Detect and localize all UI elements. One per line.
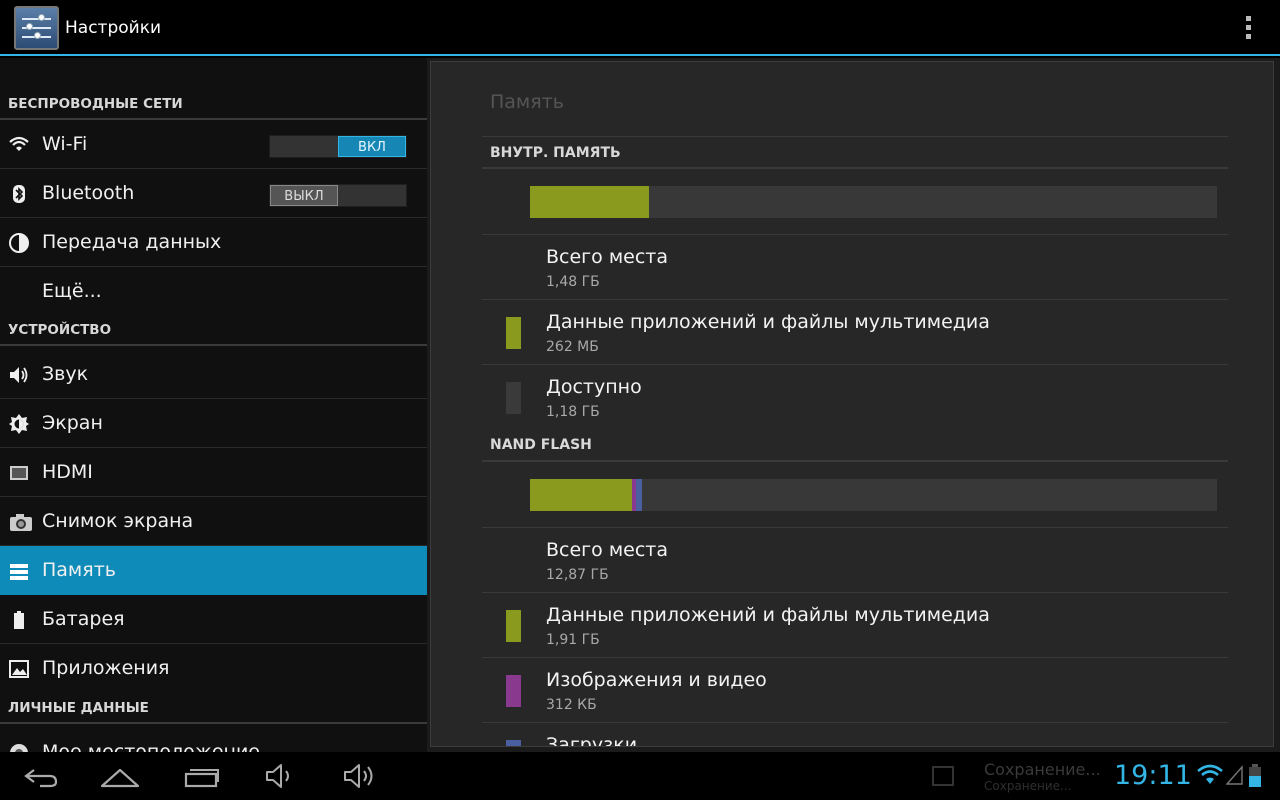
volume-down-icon[interactable] bbox=[262, 760, 302, 792]
sidebar-item-battery[interactable]: Батарея bbox=[0, 595, 427, 644]
color-swatch bbox=[506, 317, 521, 349]
internal-usage-bar bbox=[530, 186, 1217, 218]
section-header-personal: ЛИЧНЫЕ ДАННЫЕ bbox=[0, 698, 427, 724]
settings-list: БЕСПРОВОДНЫЕ СЕТИ Wi-Fi ВКЛ Bluetooth ВЫ… bbox=[0, 58, 427, 752]
sidebar-item-wifi[interactable]: Wi-Fi ВКЛ bbox=[0, 120, 427, 169]
usage-segment-apps bbox=[530, 186, 649, 218]
sidebar-item-label: Ещё... bbox=[42, 280, 102, 302]
color-swatch bbox=[506, 675, 521, 707]
back-icon[interactable] bbox=[20, 760, 60, 792]
sidebar-item-label: Батарея bbox=[42, 608, 125, 630]
storage-icon bbox=[10, 564, 28, 580]
section-header-device: УСТРОЙСТВО bbox=[0, 320, 427, 346]
row-title: Данные приложений и файлы мультимедиа bbox=[546, 604, 990, 626]
row-title: Загрузки bbox=[546, 734, 638, 747]
section-header-wireless: БЕСПРОВОДНЫЕ СЕТИ bbox=[0, 94, 427, 120]
sidebar-item-label: Приложения bbox=[42, 657, 170, 679]
apps-icon bbox=[9, 660, 29, 678]
speaker-icon bbox=[10, 367, 28, 383]
sidebar-item-data-usage[interactable]: Передача данных bbox=[0, 218, 427, 267]
sidebar-item-label: Звук bbox=[42, 363, 89, 385]
section-header-internal: ВНУТР. ПАМЯТЬ bbox=[482, 136, 1228, 169]
sidebar-item-sound[interactable]: Звук bbox=[0, 350, 427, 399]
row-value: 1,91 ГБ bbox=[546, 632, 600, 648]
sidebar-item-more[interactable]: Ещё... bbox=[0, 267, 427, 316]
wifi-icon bbox=[9, 136, 29, 151]
wifi-signal-icon bbox=[1197, 764, 1223, 784]
row-title: Всего места bbox=[546, 246, 668, 268]
settings-sliders-icon[interactable] bbox=[14, 6, 59, 50]
sidebar-item-storage[interactable]: Память bbox=[0, 546, 427, 595]
battery-icon bbox=[14, 611, 24, 629]
color-swatch bbox=[506, 382, 521, 414]
camera-icon bbox=[10, 514, 32, 531]
storage-row-apps[interactable]: Данные приложений и файлы мультимедиа 26… bbox=[482, 299, 1228, 364]
sidebar-item-label: Снимок экрана bbox=[42, 510, 194, 532]
storage-row-total[interactable]: Всего места 12,87 ГБ bbox=[482, 527, 1228, 592]
storage-row-downloads[interactable]: Загрузки bbox=[482, 722, 1228, 747]
storage-panel: Память ВНУТР. ПАМЯТЬ Всего места 1,48 ГБ… bbox=[427, 58, 1280, 752]
sidebar-item-hdmi[interactable]: HDMI bbox=[0, 448, 427, 497]
sidebar-item-label: Мое местоположение bbox=[42, 741, 260, 752]
row-value: 312 КБ bbox=[546, 697, 597, 713]
sidebar-item-label: Wi-Fi bbox=[42, 133, 88, 155]
sidebar-item-label: Передача данных bbox=[42, 231, 222, 253]
bluetooth-icon bbox=[13, 185, 25, 203]
location-icon bbox=[10, 744, 28, 752]
usage-segment-downloads bbox=[635, 479, 642, 511]
toggle-state: ВКЛ bbox=[338, 136, 406, 157]
nand-usage-bar bbox=[530, 479, 1217, 511]
sidebar-item-apps[interactable]: Приложения bbox=[0, 644, 427, 693]
sidebar-item-label: Память bbox=[42, 559, 116, 581]
battery-status-icon bbox=[1249, 764, 1261, 787]
color-swatch bbox=[506, 740, 521, 746]
hdmi-icon bbox=[10, 466, 28, 480]
sidebar-item-screenshot[interactable]: Снимок экрана bbox=[0, 497, 427, 546]
section-header-nand: NAND FLASH bbox=[482, 429, 1228, 462]
storage-row-total[interactable]: Всего места 1,48 ГБ bbox=[482, 234, 1228, 299]
sidebar-item-display[interactable]: Экран bbox=[0, 399, 427, 448]
status-clock[interactable]: 19:11 bbox=[1114, 760, 1192, 791]
volume-up-icon[interactable] bbox=[340, 760, 380, 792]
action-bar: Настройки bbox=[0, 0, 1280, 56]
recent-apps-icon[interactable] bbox=[182, 760, 222, 792]
cell-signal-icon bbox=[1226, 765, 1243, 785]
row-title: Всего места bbox=[546, 539, 668, 561]
sidebar-item-label: HDMI bbox=[42, 461, 93, 483]
sidebar-item-bluetooth[interactable]: Bluetooth ВЫКЛ bbox=[0, 169, 427, 218]
row-title: Доступно bbox=[546, 376, 642, 398]
data-usage-icon bbox=[9, 233, 29, 253]
storage-card: Память ВНУТР. ПАМЯТЬ Всего места 1,48 ГБ… bbox=[430, 61, 1274, 747]
sidebar-item-label: Bluetooth bbox=[42, 182, 135, 204]
row-value: 12,87 ГБ bbox=[546, 567, 609, 583]
sidebar-item-location[interactable]: Мое местоположение bbox=[0, 728, 427, 752]
bluetooth-toggle[interactable]: ВЫКЛ bbox=[269, 184, 407, 207]
page-title: Память bbox=[490, 91, 564, 113]
storage-row-images[interactable]: Изображения и видео 312 КБ bbox=[482, 657, 1228, 722]
notification-subtitle: Сохранение... bbox=[984, 779, 1072, 793]
notification-title[interactable]: Сохранение... bbox=[984, 760, 1101, 779]
row-value: 1,18 ГБ bbox=[546, 404, 600, 420]
row-title: Данные приложений и файлы мультимедиа bbox=[546, 311, 990, 333]
row-title: Изображения и видео bbox=[546, 669, 767, 691]
color-swatch bbox=[506, 610, 521, 642]
storage-row-apps[interactable]: Данные приложений и файлы мультимедиа 1,… bbox=[482, 592, 1228, 657]
usage-segment-apps bbox=[530, 479, 632, 511]
home-icon[interactable] bbox=[100, 760, 140, 792]
app-title: Настройки bbox=[65, 18, 162, 38]
sidebar-item-label: Экран bbox=[42, 412, 103, 434]
row-value: 262 МБ bbox=[546, 339, 599, 355]
overflow-menu-icon[interactable] bbox=[1238, 14, 1258, 42]
wifi-toggle[interactable]: ВКЛ bbox=[269, 135, 407, 158]
row-value: 1,48 ГБ bbox=[546, 274, 600, 290]
brightness-icon bbox=[9, 414, 29, 434]
storage-row-available[interactable]: Доступно 1,18 ГБ bbox=[482, 364, 1228, 429]
toggle-state: ВЫКЛ bbox=[270, 185, 338, 206]
image-icon[interactable] bbox=[932, 766, 954, 786]
system-nav-bar: Сохранение... Сохранение... 19:11 bbox=[0, 752, 1280, 800]
